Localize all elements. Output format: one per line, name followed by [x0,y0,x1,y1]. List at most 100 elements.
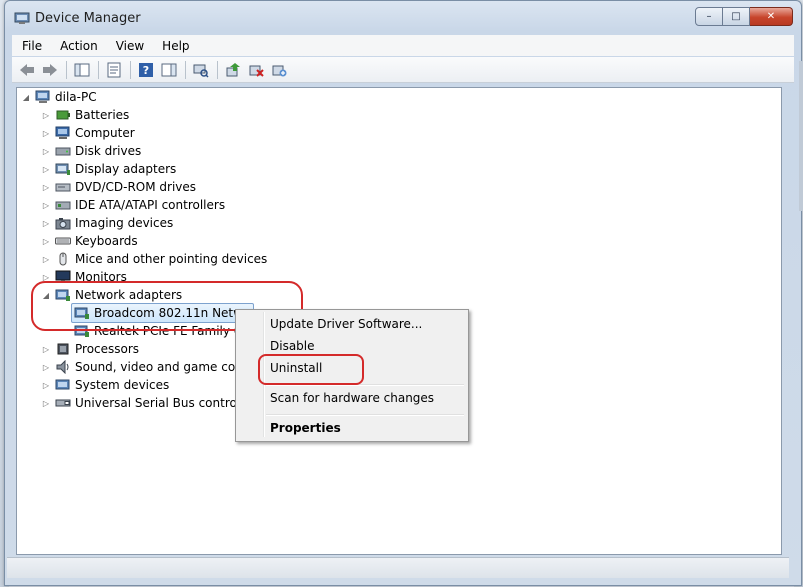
collapse-arrow-icon[interactable]: ◢ [21,92,31,102]
tree-label: Batteries [75,108,130,122]
tree-root[interactable]: ◢ dila-PC [21,88,97,106]
expand-arrow-icon[interactable]: ▷ [41,128,51,138]
maximize-button[interactable]: □ [723,7,750,26]
annotation-circle-uninstall [258,354,364,385]
forward-icon [43,63,57,76]
tree-item-batteries[interactable]: ▷ Batteries [41,106,129,124]
tree-item-mice[interactable]: ▷ Mice and other pointing devices [41,250,267,268]
toolbar-separator [66,60,67,79]
help-icon: ? [139,62,153,77]
action-pane-button[interactable] [158,60,180,80]
expand-arrow-icon[interactable]: ▷ [41,380,51,390]
tree-item-computer[interactable]: ▷ Computer [41,124,135,142]
properties-icon [107,62,121,77]
expand-arrow-icon[interactable]: ▷ [41,182,51,192]
expand-arrow-icon[interactable]: ▷ [41,398,51,408]
menu-bar: File Action View Help [12,35,794,56]
toolbar-separator [185,60,186,79]
toolbar-separator [130,60,131,79]
processor-icon [57,343,69,355]
disable-device-icon [249,65,264,77]
back-icon [20,63,34,76]
action-pane-icon [161,63,177,76]
tree-item-display-adapters[interactable]: ▷ Display adapters [41,160,176,178]
title-bar[interactable]: Device Manager – □ ✕ [5,1,801,35]
tree-label: System devices [75,378,170,392]
tree-label: Disk drives [75,144,142,158]
uninstall-device-icon [272,65,287,76]
menu-view[interactable]: View [106,39,152,53]
device-manager-icon [14,12,30,24]
tree-item-usb-controllers[interactable]: ▷ Universal Serial Bus controllers [41,394,262,412]
optical-drive-icon [55,183,71,192]
system-device-icon [55,379,70,390]
speaker-icon [56,360,69,374]
menu-action[interactable]: Action [50,39,106,53]
expand-arrow-icon[interactable]: ▷ [41,236,51,246]
menu-file[interactable]: File [12,39,50,53]
help-button[interactable]: ? [135,60,157,80]
tree-label: Display adapters [75,162,177,176]
scan-hardware-icon [193,64,209,78]
usb-icon [55,399,71,407]
tree-item-processors[interactable]: ▷ Processors [41,340,139,358]
background-scrollbar [799,61,803,211]
toolbar-separator [217,60,218,79]
tree-label: Mice and other pointing devices [75,252,268,266]
show-hide-tree-button[interactable] [71,60,93,80]
svg-text:?: ? [143,64,149,77]
expand-arrow-icon[interactable]: ▷ [41,254,51,264]
camera-icon [55,218,71,230]
context-menu-separator [266,414,464,416]
expand-arrow-icon[interactable]: ▷ [41,344,51,354]
ide-controller-icon [55,201,71,210]
tree-label: Keyboards [75,234,138,248]
tree-item-keyboards[interactable]: ▷ Keyboards [41,232,138,250]
disk-drive-icon [55,147,71,156]
expand-arrow-icon[interactable]: ▷ [41,146,51,156]
tree-item-imaging-devices[interactable]: ▷ Imaging devices [41,214,173,232]
menu-help[interactable]: Help [152,39,197,53]
expand-arrow-icon[interactable]: ▷ [41,362,51,372]
window-title: Device Manager [35,11,141,26]
toolbar: ? [12,57,794,83]
tree-label: Computer [75,126,135,140]
expand-arrow-icon[interactable]: ▷ [41,218,51,228]
minimize-button[interactable]: – [695,7,723,26]
forward-button[interactable] [39,60,61,80]
update-driver-button[interactable] [222,60,244,80]
root-label: dila-PC [55,90,97,104]
show-hide-tree-icon [74,63,90,76]
menu-item-properties[interactable]: Properties [270,421,341,435]
keyboard-icon [55,237,71,245]
expand-arrow-icon[interactable]: ▷ [41,110,51,120]
caption-buttons: – □ ✕ [695,7,793,26]
tree-item-disk-drives[interactable]: ▷ Disk drives [41,142,141,160]
tree-label: Processors [75,342,140,356]
menu-item-disable[interactable]: Disable [270,339,315,353]
toolbar-separator [98,60,99,79]
disable-device-button[interactable] [245,60,267,80]
back-button[interactable] [16,60,38,80]
properties-button[interactable] [103,60,125,80]
uninstall-device-button[interactable] [268,60,290,80]
menu-item-scan-hardware[interactable]: Scan for hardware changes [270,391,434,405]
tree-item-system-devices[interactable]: ▷ System devices [41,376,169,394]
computer-icon [35,90,50,103]
tree-label: Imaging devices [75,216,174,230]
menu-item-update-driver[interactable]: Update Driver Software... [270,317,422,331]
tree-item-ide-ata-atapi-controllers[interactable]: ▷ IDE ATA/ATAPI controllers [41,196,225,214]
tree-label: DVD/CD-ROM drives [75,180,197,194]
update-driver-icon [226,62,240,76]
tree-label: IDE ATA/ATAPI controllers [75,198,226,212]
expand-arrow-icon[interactable]: ▷ [41,200,51,210]
tree-item-dvd-cd-rom-drives[interactable]: ▷ DVD/CD-ROM drives [41,178,196,196]
mouse-icon [59,252,67,266]
computer-icon [55,126,70,139]
expand-arrow-icon[interactable]: ▷ [41,164,51,174]
scan-hardware-button[interactable] [190,60,212,80]
status-bar [7,557,789,578]
battery-icon [56,110,70,120]
display-adapter-icon [55,163,70,175]
close-button[interactable]: ✕ [750,7,793,26]
